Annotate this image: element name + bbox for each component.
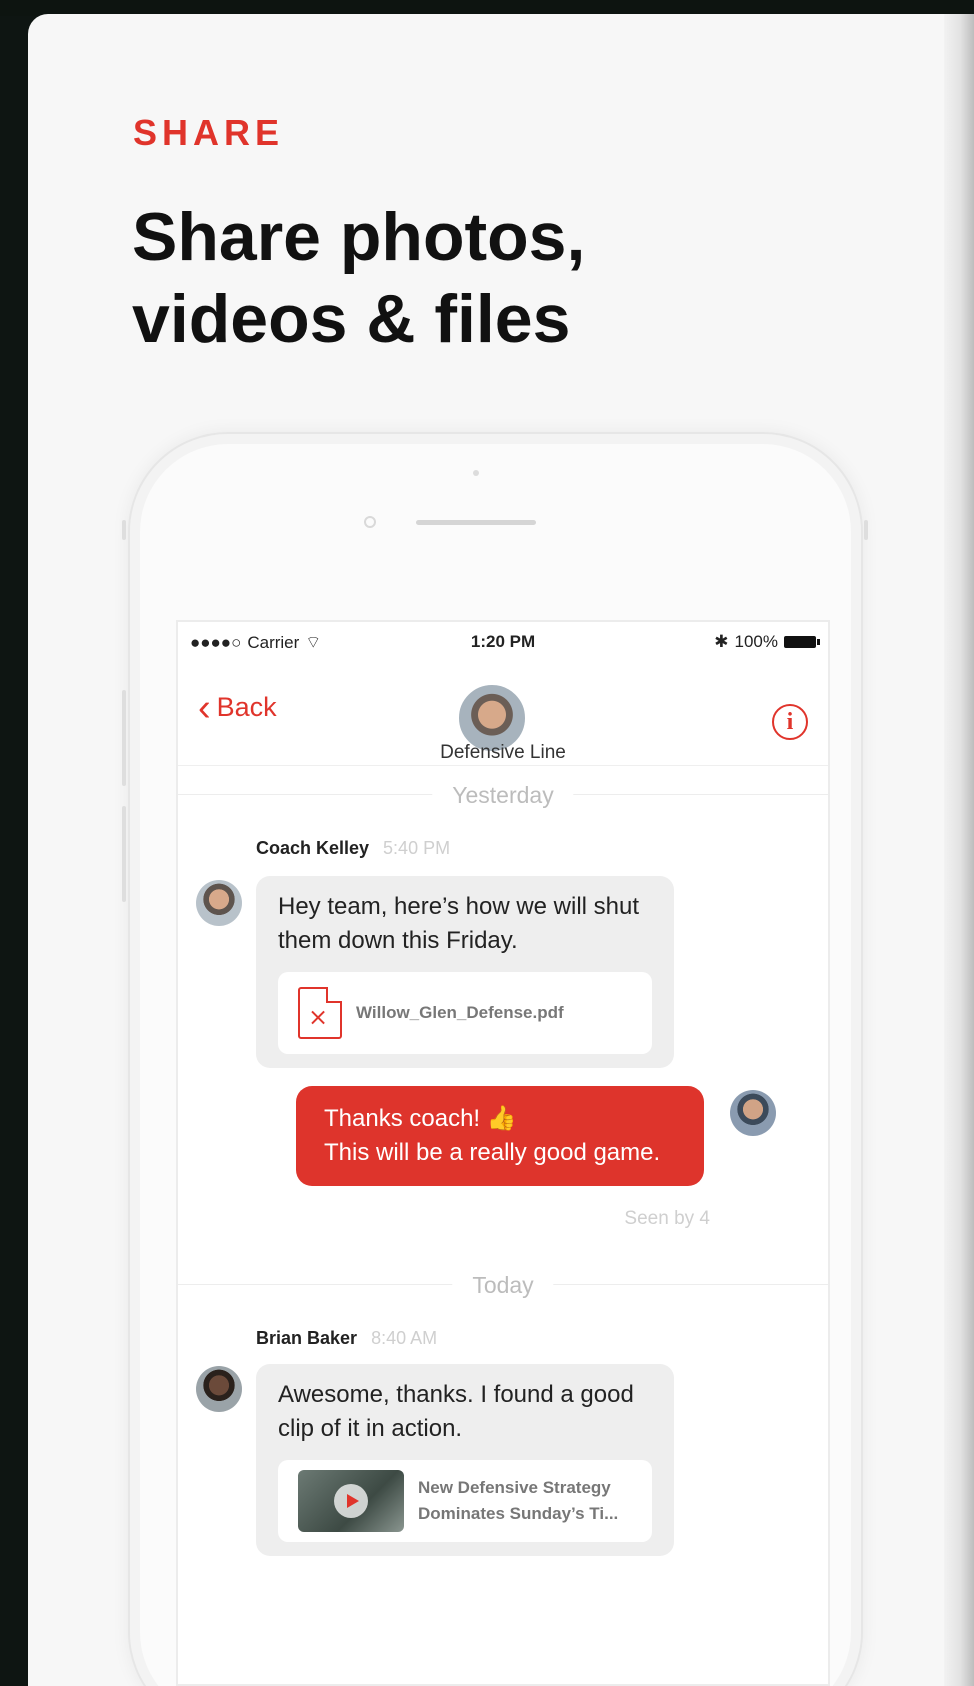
- play-icon: [347, 1494, 359, 1508]
- message-text: Awesome, thanks. I found a good clip of …: [278, 1381, 634, 1442]
- chat-header: ‹ Back Defensive Line i: [178, 658, 828, 766]
- message-bubble[interactable]: Hey team, here’s how we will shut them d…: [256, 876, 674, 1068]
- battery-icon: [784, 636, 820, 648]
- message-bubble-outgoing[interactable]: Thanks coach! 👍 This will be a really go…: [296, 1086, 704, 1186]
- link-title: New Defensive Strategy: [418, 1478, 611, 1497]
- pdf-icon: [298, 987, 342, 1039]
- speaker-grille: [416, 520, 536, 525]
- day-label: Yesterday: [432, 782, 574, 809]
- attachment-name: Willow_Glen_Defense.pdf: [356, 1003, 564, 1022]
- link-preview-text: New Defensive Strategy Dominates Sunday’…: [418, 1475, 618, 1527]
- back-label: Back: [216, 692, 277, 722]
- battery-percent: 100%: [734, 632, 778, 651]
- message-sender: Coach Kelley 5:40 PM: [256, 838, 450, 859]
- message-bubble[interactable]: Awesome, thanks. I found a good clip of …: [256, 1364, 674, 1556]
- sensor-dot: [473, 470, 479, 476]
- headline-line-1: Share photos,: [132, 199, 586, 275]
- headline-line-2: videos & files: [132, 281, 571, 357]
- seen-receipt: Seen by 4: [624, 1208, 710, 1229]
- phone-screen: ●●●●○ Carrier ⌔ 1:20 PM ✱ 100% ‹ Back De…: [176, 620, 830, 1686]
- day-separator: Today: [178, 1272, 828, 1299]
- chevron-left-icon: ‹: [198, 686, 211, 729]
- headline: Share photos, videos & files: [132, 196, 832, 360]
- chat-title: Defensive Line: [440, 742, 566, 763]
- link-attachment[interactable]: New Defensive Strategy Dominates Sunday’…: [278, 1460, 652, 1542]
- phone-side-button: [864, 520, 868, 540]
- message-text: Hey team, here’s how we will shut them d…: [278, 893, 640, 954]
- avatar[interactable]: [730, 1090, 776, 1136]
- message-time: 5:40 PM: [383, 838, 451, 858]
- phone-side-button: [122, 806, 126, 902]
- file-attachment[interactable]: Willow_Glen_Defense.pdf: [278, 972, 652, 1054]
- message-sender: Brian Baker 8:40 AM: [256, 1328, 437, 1349]
- status-bar: ●●●●○ Carrier ⌔ 1:20 PM ✱ 100%: [178, 622, 828, 658]
- back-button[interactable]: ‹ Back: [198, 686, 277, 729]
- day-label: Today: [452, 1272, 554, 1299]
- avatar[interactable]: [196, 1366, 242, 1412]
- status-right: ✱ 100%: [714, 632, 820, 652]
- day-separator: Yesterday: [178, 782, 828, 809]
- eyebrow-label: SHARE: [133, 112, 285, 153]
- message-text-line-1: Thanks coach! 👍: [324, 1105, 517, 1132]
- sender-name: Coach Kelley: [256, 838, 370, 858]
- phone-side-button: [122, 690, 126, 786]
- message-time: 8:40 AM: [371, 1328, 438, 1348]
- camera-icon: [364, 516, 376, 528]
- panel-edge: [944, 14, 974, 1686]
- link-subtitle: Dominates Sunday’s Ti...: [418, 1504, 619, 1523]
- sender-name: Brian Baker: [256, 1328, 358, 1348]
- message-text-line-2: This will be a really good game.: [324, 1139, 661, 1166]
- avatar[interactable]: [196, 880, 242, 926]
- video-thumbnail: [298, 1470, 404, 1532]
- info-icon[interactable]: i: [772, 704, 808, 740]
- phone-side-button: [122, 520, 126, 540]
- bluetooth-icon: ✱: [714, 632, 729, 651]
